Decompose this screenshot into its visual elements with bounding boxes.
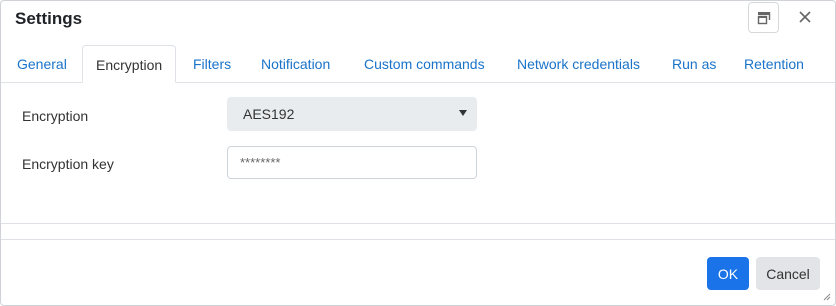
encryption-panel: Encryption AES192 Encryption key (1, 83, 835, 224)
caret-down-icon (459, 110, 467, 116)
encryption-key-label: Encryption key (22, 156, 114, 172)
encryption-label: Encryption (22, 108, 89, 124)
tab-run-as[interactable]: Run as (672, 45, 716, 82)
dialog-title: Settings (15, 9, 83, 28)
tab-encryption[interactable]: Encryption (82, 45, 177, 83)
tab-general[interactable]: General (17, 45, 67, 82)
tab-filters[interactable]: Filters (193, 45, 231, 82)
restore-window-button[interactable] (748, 2, 779, 33)
tab-network-credentials[interactable]: Network credentials (517, 45, 640, 82)
tab-custom-commands[interactable]: Custom commands (364, 45, 485, 82)
restore-window-icon (757, 12, 771, 25)
encryption-select-value: AES192 (243, 106, 295, 122)
tab-notification[interactable]: Notification (261, 45, 330, 82)
dialog-titlebar: Settings (1, 1, 835, 43)
resize-grip-icon[interactable] (823, 293, 831, 301)
ok-button[interactable]: OK (707, 257, 749, 290)
encryption-key-input[interactable] (227, 146, 477, 179)
encryption-select[interactable]: AES192 (227, 97, 477, 131)
cancel-button[interactable]: Cancel (756, 257, 820, 290)
tab-retention[interactable]: Retention (744, 45, 804, 82)
close-icon (799, 11, 811, 23)
footer-divider (1, 239, 835, 240)
settings-tabs: General Encryption Filters Notification … (1, 45, 835, 83)
settings-dialog: Settings General Encryption Filters Noti… (0, 0, 836, 306)
close-button[interactable] (793, 5, 817, 29)
